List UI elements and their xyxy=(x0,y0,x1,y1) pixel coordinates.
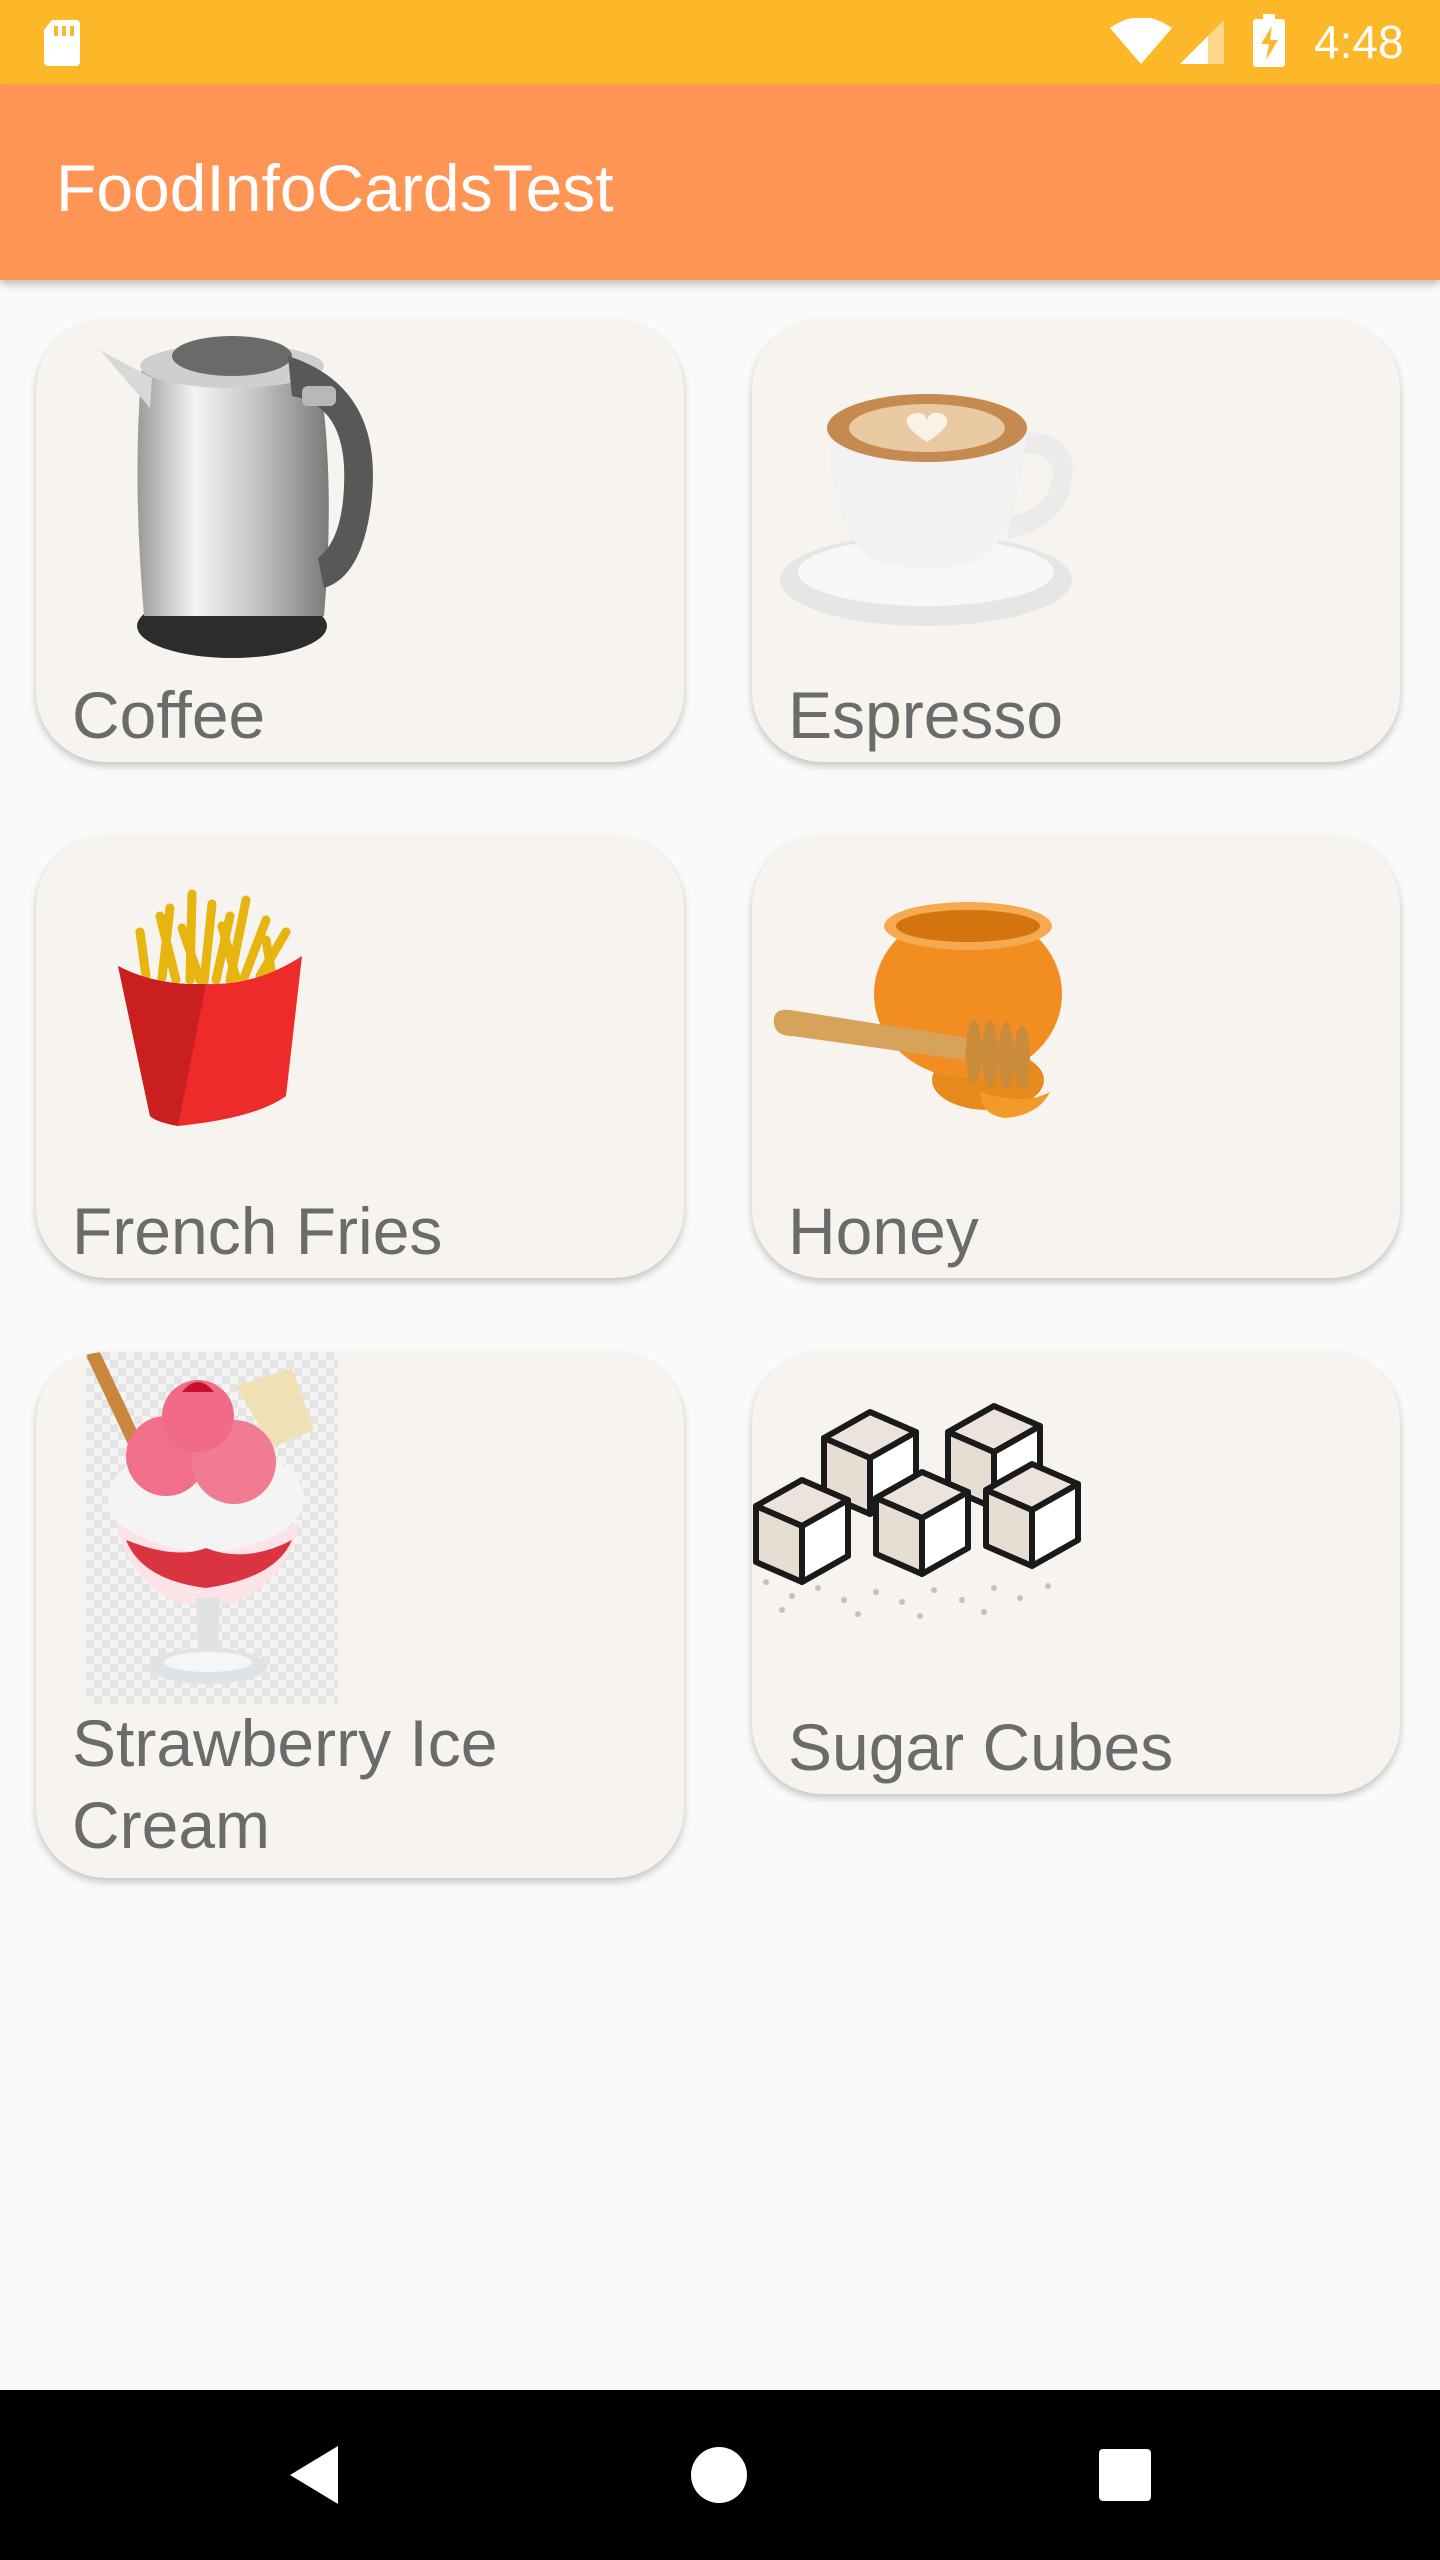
food-card-label: Coffee xyxy=(72,678,266,752)
food-card-honey[interactable]: Honey xyxy=(752,836,1400,1278)
sugar-cubes-image xyxy=(753,1403,1081,1619)
strawberry-ice-cream-image xyxy=(86,1352,338,1704)
status-bar: 4:48 xyxy=(0,0,1440,84)
app-title: FoodInfoCardsTest xyxy=(56,151,614,225)
food-card-sugar-cubes[interactable]: Sugar Cubes xyxy=(752,1352,1400,1794)
food-card-label: Honey xyxy=(788,1194,979,1268)
food-card-espresso[interactable]: Espresso xyxy=(752,320,1400,762)
espresso-cup-image xyxy=(780,394,1073,626)
honey-jar-image xyxy=(773,902,1062,1118)
app-bar: FoodInfoCardsTest xyxy=(0,84,1440,280)
home-icon[interactable] xyxy=(690,2446,748,2504)
food-card-coffee[interactable]: Coffee xyxy=(36,320,684,762)
food-card-label: French Fries xyxy=(72,1194,443,1268)
food-card-grid: Coffee Espresso French Fries Honey Straw… xyxy=(0,280,1440,2390)
food-card-label: Espresso xyxy=(788,678,1064,752)
back-icon[interactable] xyxy=(286,2444,342,2506)
recent-apps-icon[interactable] xyxy=(1098,2448,1152,2502)
food-card-strawberry-ice-cream[interactable]: Strawberry Ice Cream xyxy=(36,1352,684,1878)
wifi-icon xyxy=(1110,18,1172,64)
navigation-bar xyxy=(0,2390,1440,2560)
food-card-french-fries[interactable]: French Fries xyxy=(36,836,684,1278)
battery-charging-icon xyxy=(1253,14,1285,67)
status-time: 4:48 xyxy=(1314,16,1404,68)
cell-signal-icon xyxy=(1180,20,1224,64)
french-fries-image xyxy=(118,889,302,1126)
sd-card-icon xyxy=(44,20,80,66)
food-card-label: Strawberry Ice Cream xyxy=(72,1706,498,1862)
food-card-label: Sugar Cubes xyxy=(788,1710,1174,1784)
kettle-image xyxy=(100,336,373,658)
